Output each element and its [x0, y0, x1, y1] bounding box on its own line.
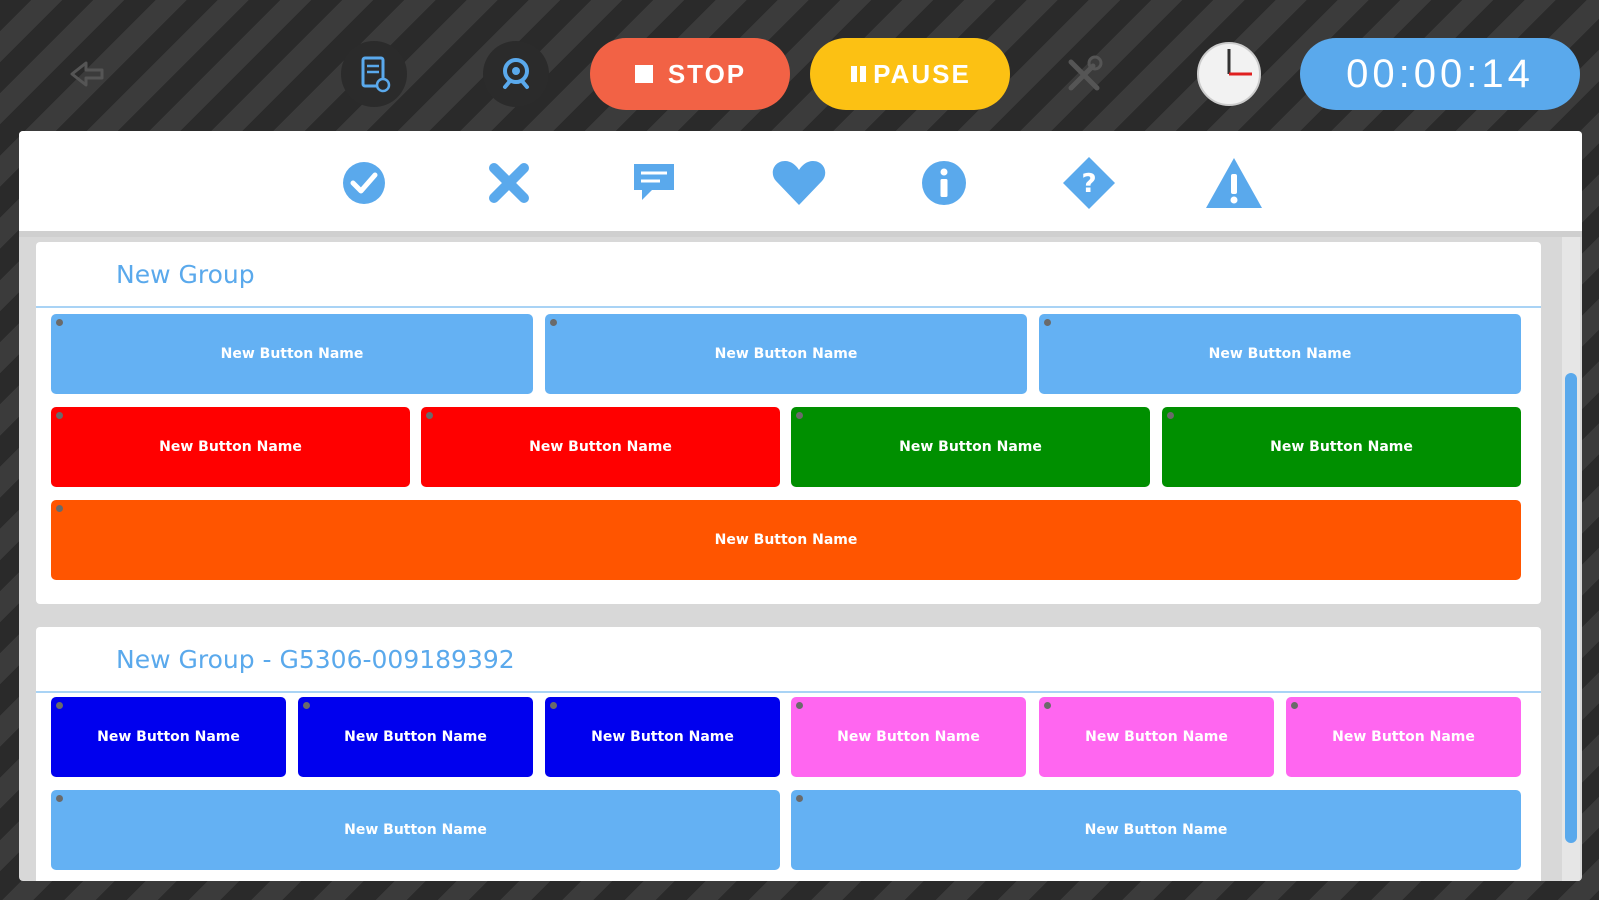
group-action-button[interactable]: New Button Name: [51, 697, 286, 777]
button-indicator-dot: [56, 505, 63, 512]
elapsed-timer: 00:00:14: [1300, 38, 1580, 110]
help-icon[interactable]: ?: [1059, 153, 1119, 213]
button-indicator-dot: [56, 319, 63, 326]
button-indicator-dot: [1291, 702, 1298, 709]
group-action-button[interactable]: New Button Name: [1162, 407, 1521, 487]
stop-button[interactable]: STOP: [590, 38, 790, 110]
button-indicator-dot: [796, 795, 803, 802]
button-label: New Button Name: [220, 346, 364, 362]
button-label: New Button Name: [1270, 439, 1413, 455]
group-action-button[interactable]: New Button Name: [1286, 697, 1521, 777]
heart-icon[interactable]: [769, 153, 829, 213]
scrollbar-thumb[interactable]: [1565, 373, 1577, 843]
button-indicator-dot: [796, 702, 803, 709]
info-icon[interactable]: [914, 153, 974, 213]
button-label: New Button Name: [344, 729, 487, 745]
group-title: New Group: [116, 260, 255, 289]
stop-label: STOP: [667, 58, 747, 89]
button-group: New Group - G5306-009189392 New Button N…: [36, 627, 1541, 881]
button-indicator-dot: [56, 702, 63, 709]
pause-label: PAUSE: [873, 58, 971, 89]
button-label: New Button Name: [899, 439, 1042, 455]
stop-square-icon: [634, 64, 654, 84]
pause-bars-icon: [849, 64, 869, 84]
button-indicator-dot: [1167, 412, 1174, 419]
group-action-button[interactable]: New Button Name: [51, 790, 780, 870]
button-indicator-dot: [796, 412, 803, 419]
check-circle-icon[interactable]: [334, 153, 394, 213]
group-action-button[interactable]: New Button Name: [51, 314, 533, 394]
group-action-button[interactable]: New Button Name: [51, 500, 1521, 580]
button-label: New Button Name: [1084, 822, 1228, 838]
group-action-button[interactable]: New Button Name: [791, 407, 1150, 487]
button-indicator-dot: [1044, 702, 1051, 709]
button-indicator-dot: [550, 702, 557, 709]
back-arrow-icon[interactable]: [55, 41, 121, 107]
button-label: New Button Name: [1332, 729, 1475, 745]
group-action-button[interactable]: New Button Name: [51, 407, 410, 487]
group-action-button[interactable]: New Button Name: [1039, 697, 1274, 777]
button-indicator-dot: [56, 795, 63, 802]
button-label: New Button Name: [1085, 729, 1228, 745]
button-indicator-dot: [56, 412, 63, 419]
svg-text:?: ?: [1081, 169, 1096, 199]
group-header: New Group - G5306-009189392: [36, 627, 1541, 693]
tools-icon[interactable]: [1052, 41, 1118, 107]
button-indicator-dot: [550, 319, 557, 326]
group-title: New Group - G5306-009189392: [116, 645, 515, 674]
group-action-button[interactable]: New Button Name: [298, 697, 533, 777]
button-label: New Button Name: [714, 532, 858, 548]
warning-icon[interactable]: [1204, 153, 1264, 213]
webcam-icon[interactable]: [483, 41, 549, 107]
scrollbar[interactable]: [1562, 237, 1580, 881]
feedback-icon-bar: ?: [19, 131, 1582, 237]
document-icon[interactable]: [341, 41, 407, 107]
button-indicator-dot: [426, 412, 433, 419]
button-label: New Button Name: [97, 729, 240, 745]
group-action-button[interactable]: New Button Name: [1039, 314, 1521, 394]
close-x-icon[interactable]: [479, 153, 539, 213]
clock-icon: [1196, 41, 1262, 107]
group-action-button[interactable]: New Button Name: [791, 790, 1521, 870]
button-label: New Button Name: [529, 439, 672, 455]
button-label: New Button Name: [714, 346, 858, 362]
button-indicator-dot: [1044, 319, 1051, 326]
group-action-button[interactable]: New Button Name: [545, 314, 1027, 394]
group-header: New Group: [36, 242, 1541, 308]
button-label: New Button Name: [159, 439, 302, 455]
button-label: New Button Name: [591, 729, 734, 745]
top-toolbar: STOP PAUSE 00:00:14: [0, 0, 1599, 130]
button-indicator-dot: [303, 702, 310, 709]
group-action-button[interactable]: New Button Name: [545, 697, 780, 777]
pause-button[interactable]: PAUSE: [810, 38, 1010, 110]
group-action-button[interactable]: New Button Name: [791, 697, 1026, 777]
comment-icon[interactable]: [624, 153, 684, 213]
group-action-button[interactable]: New Button Name: [421, 407, 780, 487]
button-label: New Button Name: [344, 822, 487, 838]
main-panel: ? New Group New Button Name New Button Na…: [19, 131, 1582, 881]
button-label: New Button Name: [837, 729, 980, 745]
button-group: New Group New Button Name New Button Name…: [36, 242, 1541, 604]
button-label: New Button Name: [1208, 346, 1352, 362]
